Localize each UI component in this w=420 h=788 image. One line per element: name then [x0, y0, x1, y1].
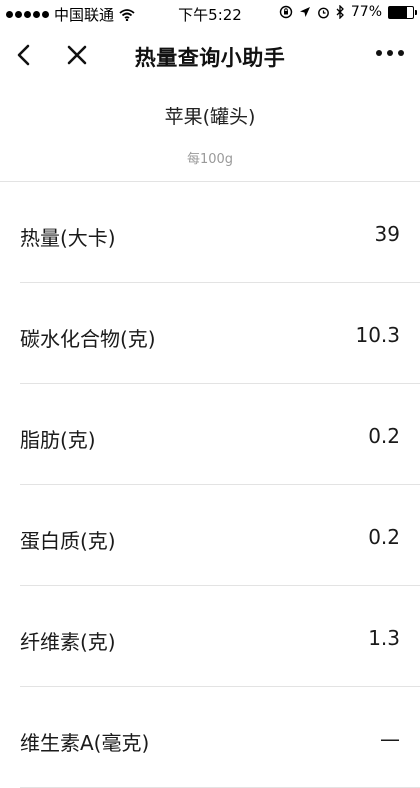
food-header: 苹果(罐头) 每100g — [0, 84, 420, 182]
battery-icon — [388, 5, 417, 19]
nutrient-row: 碳水化合物(克) 10.3 — [20, 283, 420, 384]
nutrient-label: 脂肪(克) — [20, 428, 96, 452]
bluetooth-icon — [336, 5, 344, 19]
page-title: 热量查询小助手 — [134, 46, 286, 70]
nutrient-row: 纤维素(克) 1.3 — [20, 586, 420, 687]
status-right: 77% — [279, 4, 417, 20]
nutrient-value: 0.2 — [368, 525, 400, 549]
nutrient-value: — — [380, 727, 400, 751]
nutrient-row: 维生素A(毫克) — — [20, 687, 420, 788]
nutrient-label: 热量(大卡) — [20, 226, 116, 250]
nutrient-row: 脂肪(克) 0.2 — [20, 384, 420, 485]
nutrient-row: 热量(大卡) 39 — [20, 182, 420, 283]
alarm-icon — [317, 7, 329, 18]
navigation-bar: 热量查询小助手 — [0, 28, 420, 84]
nutrient-value: 0.2 — [368, 424, 400, 448]
nutrient-value: 1.3 — [368, 626, 400, 650]
more-dot-icon — [376, 50, 382, 56]
location-icon — [299, 7, 310, 17]
nutrient-row: 蛋白质(克) 0.2 — [20, 485, 420, 586]
rotation-lock-icon — [279, 5, 293, 19]
battery-percent: 77% — [350, 4, 382, 20]
food-name: 苹果(罐头) — [164, 106, 256, 128]
nutrient-label: 维生素A(毫克) — [20, 731, 150, 755]
nutrient-list: 热量(大卡) 39 碳水化合物(克) 10.3 脂肪(克) 0.2 蛋白质(克)… — [0, 182, 420, 788]
more-dot-icon — [387, 50, 393, 56]
nutrient-label: 蛋白质(克) — [20, 529, 116, 553]
nutrient-value: 10.3 — [355, 323, 400, 347]
nutrient-label: 碳水化合物(克) — [20, 327, 156, 351]
more-dot-icon — [398, 50, 404, 56]
nutrient-label: 纤维素(克) — [20, 630, 116, 654]
nutrient-value: 39 — [374, 222, 400, 246]
more-button[interactable] — [376, 50, 404, 56]
status-bar: 中国联通 下午5:22 77% — [0, 0, 420, 28]
per-unit-label: 每100g — [186, 152, 234, 167]
